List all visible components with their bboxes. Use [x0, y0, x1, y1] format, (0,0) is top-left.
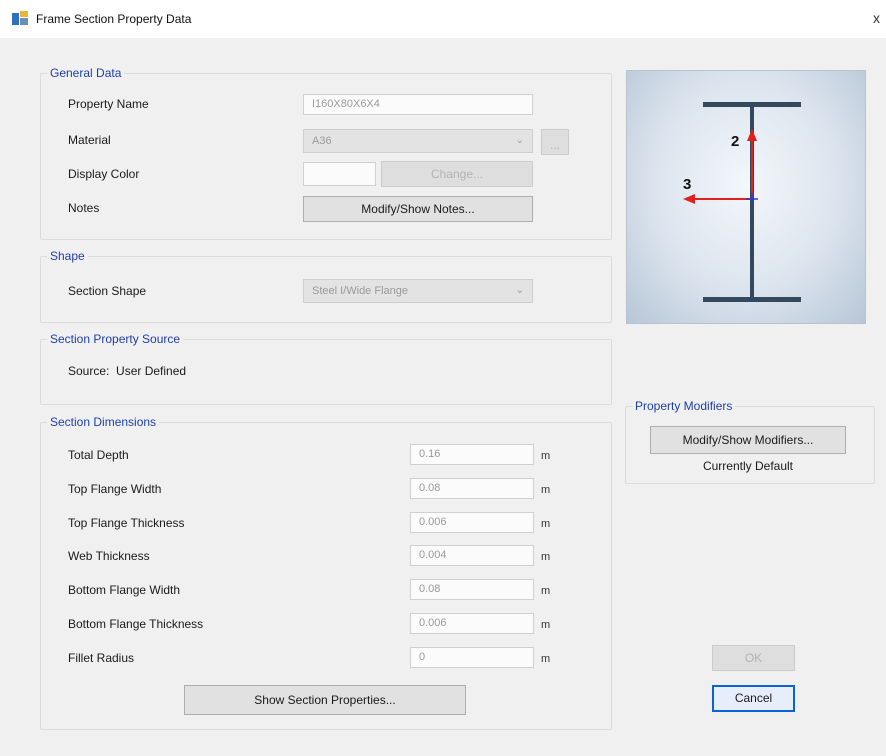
material-select[interactable]: A36 ⌄ — [303, 129, 533, 153]
ok-button[interactable]: OK — [712, 645, 795, 671]
section-shape-label: Section Shape — [68, 284, 147, 298]
section-dimensions-title: Section Dimensions — [47, 415, 160, 429]
chevron-down-icon: ⌄ — [515, 285, 524, 296]
axis-3-label: 3 — [683, 176, 691, 193]
dimension-label: Top Flange Thickness — [68, 516, 185, 530]
dimension-label: Total Depth — [68, 448, 129, 462]
section-shape-select[interactable]: Steel I/Wide Flange ⌄ — [303, 279, 533, 303]
dimension-label: Web Thickness — [68, 549, 150, 563]
unit-label: m — [541, 619, 551, 631]
section-dimensions-group: Section Dimensions — [40, 415, 612, 730]
close-icon[interactable]: x — [873, 10, 880, 26]
notes-label: Notes — [68, 201, 100, 215]
cancel-button[interactable]: Cancel — [712, 685, 795, 712]
unit-label: m — [541, 450, 551, 462]
source-text: Source: User Defined — [68, 364, 187, 378]
bottom-flange — [703, 297, 801, 302]
section-shape-value: Steel I/Wide Flange — [312, 285, 408, 297]
unit-label: m — [541, 484, 551, 496]
total-depth-field[interactable]: 0.16 — [410, 444, 534, 465]
property-name-field[interactable]: I160X80X6X4 — [303, 94, 533, 115]
top-flange-width-field[interactable]: 0.08 — [410, 478, 534, 499]
section-preview: 2 3 — [626, 70, 866, 324]
material-browse-button[interactable]: ... — [541, 129, 569, 155]
unit-label: m — [541, 518, 551, 530]
title-bar: Frame Section Property Data x — [0, 0, 886, 38]
dimension-label: Bottom Flange Thickness — [68, 617, 204, 631]
shape-title: Shape — [47, 249, 88, 263]
axis-2-arrowhead — [747, 129, 757, 141]
window-title: Frame Section Property Data — [36, 12, 192, 26]
axis-3-arrowhead — [683, 194, 695, 204]
bottom-flange-width-field[interactable]: 0.08 — [410, 579, 534, 600]
show-section-properties-button[interactable]: Show Section Properties... — [184, 685, 466, 715]
top-flange-thickness-field[interactable]: 0.006 — [410, 512, 534, 533]
axis-2-label: 2 — [731, 133, 739, 150]
display-color-swatch — [303, 162, 376, 186]
dimension-label: Top Flange Width — [68, 482, 162, 496]
unit-label: m — [541, 653, 551, 665]
property-modifiers-title: Property Modifiers — [632, 399, 736, 413]
display-color-label: Display Color — [68, 167, 140, 181]
unit-label: m — [541, 551, 551, 563]
app-icon — [12, 11, 28, 25]
material-value: A36 — [312, 135, 332, 147]
modify-modifiers-button[interactable]: Modify/Show Modifiers... — [650, 426, 846, 454]
material-label: Material — [68, 133, 111, 147]
dimension-label: Fillet Radius — [68, 651, 135, 665]
top-flange — [703, 102, 801, 107]
i-section-drawing: 2 3 — [683, 102, 801, 302]
dimension-label: Bottom Flange Width — [68, 583, 181, 597]
fillet-radius-field[interactable]: 0 — [410, 647, 534, 668]
general-data-title: General Data — [47, 66, 125, 80]
property-name-label: Property Name — [68, 97, 149, 111]
unit-label: m — [541, 585, 551, 597]
change-color-button[interactable]: Change... — [381, 161, 533, 187]
bottom-flange-thickness-field[interactable]: 0.006 — [410, 613, 534, 634]
modify-notes-button[interactable]: Modify/Show Notes... — [303, 196, 533, 222]
web-thickness-field[interactable]: 0.004 — [410, 545, 534, 566]
chevron-down-icon: ⌄ — [515, 135, 524, 146]
modifiers-status: Currently Default — [702, 459, 794, 473]
property-source-title: Section Property Source — [47, 332, 184, 346]
